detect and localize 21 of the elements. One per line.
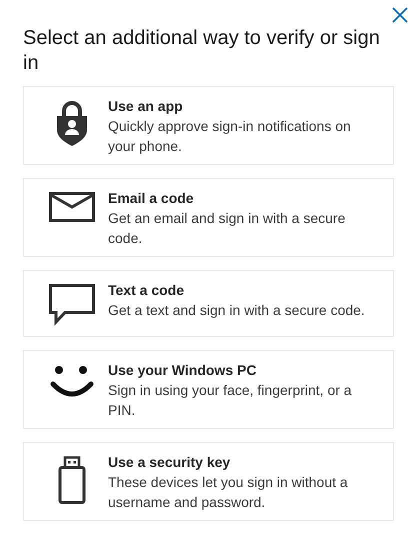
speech-bubble-icon <box>49 284 95 326</box>
option-title: Text a code <box>108 281 185 300</box>
option-description: Quickly approve sign-in notifications on your phone. <box>108 117 352 156</box>
sign-in-option[interactable]: Email a code Get an email and sign in with a secure code. <box>23 178 394 257</box>
sign-in-option[interactable]: Use an app Quickly approve sign-in notifications on your phone. <box>23 86 394 165</box>
option-title: Use your Windows PC <box>108 361 258 380</box>
sign-in-option[interactable]: Text a code Get a text and sign in with a secure code. <box>23 270 394 337</box>
envelope-icon <box>49 192 95 222</box>
sign-in-option[interactable]: Use a security key These devices let you sign in without a username and password. <box>23 442 394 521</box>
option-title: Use a security key <box>108 453 232 472</box>
option-description: Sign in using your face, fingerprint, or a PIN. <box>108 381 353 420</box>
option-title: Use an app <box>108 97 184 116</box>
option-description: Get a text and sign in with a secure code. <box>108 301 366 320</box>
option-title: Email a code <box>108 189 195 208</box>
usb-key-icon <box>58 456 86 504</box>
smiley-icon <box>50 364 94 398</box>
sign-in-option[interactable]: Use your Windows PC Sign in using your face, fingerprint, or a PIN. <box>23 350 394 429</box>
option-description: These devices let you sign in without a username and password. <box>108 473 349 512</box>
option-description: Get an email and sign in with a secure code. <box>108 209 346 248</box>
lock-shield-icon <box>55 100 89 146</box>
dialog-title: Select an additional way to verify or sign in <box>23 26 381 76</box>
